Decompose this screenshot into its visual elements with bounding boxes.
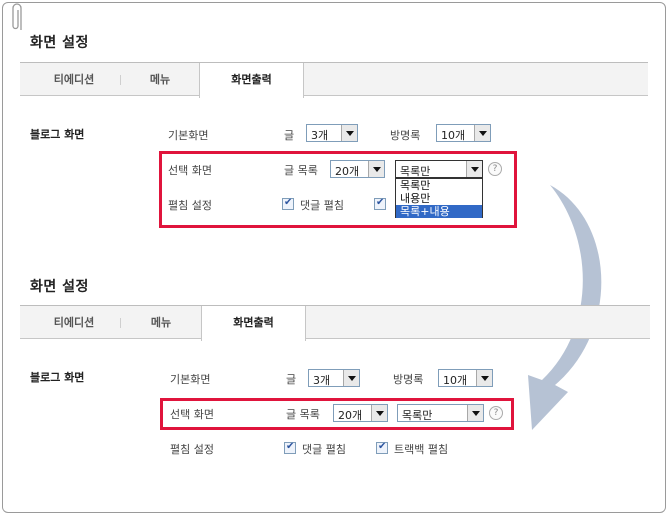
page-title: 화면 설정 bbox=[30, 35, 89, 51]
section-label: 블로그 화면 bbox=[30, 371, 85, 384]
comment-expand-checkbox[interactable] bbox=[284, 441, 296, 454]
chevron-down-icon bbox=[368, 161, 384, 177]
guestbook-count-select[interactable]: 10개 bbox=[438, 369, 493, 387]
comment-expand-label: 댓글 펼침 bbox=[300, 199, 344, 212]
trackback-expand-checkbox[interactable] bbox=[376, 441, 388, 454]
tab-tedition[interactable]: 티에디션 bbox=[28, 306, 120, 339]
post-list-count-select[interactable]: 20개 bbox=[333, 404, 388, 422]
display-mode-value: 목록만 bbox=[400, 165, 431, 178]
select-screen-label: 선택 화면 bbox=[168, 164, 212, 177]
guestbook-label: 방명록 bbox=[393, 373, 424, 386]
tab-tedition[interactable]: 티에디션 bbox=[28, 63, 120, 96]
chevron-down-icon bbox=[341, 125, 357, 141]
help-icon[interactable]: ? bbox=[489, 406, 503, 420]
guestbook-count-select[interactable]: 10개 bbox=[436, 124, 491, 142]
trackback-expand-label: 트랙백 펼침 bbox=[394, 443, 449, 456]
chevron-down-icon bbox=[467, 405, 483, 421]
chevron-down-icon bbox=[476, 370, 492, 386]
post-count-select[interactable]: 3개 bbox=[306, 124, 358, 142]
paperclip-icon bbox=[12, 3, 22, 30]
chevron-down-icon bbox=[343, 370, 359, 386]
post-label: 글 bbox=[286, 373, 297, 386]
guestbook-count-value: 10개 bbox=[443, 374, 468, 387]
tab-bar: 티에디션 메뉴 화면출력 bbox=[20, 305, 650, 341]
post-list-count-value: 20개 bbox=[335, 165, 360, 178]
page-title: 화면 설정 bbox=[30, 279, 89, 295]
post-count-select[interactable]: 3개 bbox=[308, 369, 360, 387]
tab-display-output[interactable]: 화면출력 bbox=[199, 63, 304, 98]
trackback-expand-checkbox[interactable] bbox=[374, 197, 386, 210]
display-mode-value: 목록만 bbox=[402, 409, 433, 422]
display-mode-select[interactable]: 목록만 bbox=[397, 404, 484, 422]
tab-bar: 티에디션 메뉴 화면출력 bbox=[20, 62, 648, 98]
section-label: 블로그 화면 bbox=[30, 128, 85, 141]
comment-expand-checkbox[interactable] bbox=[282, 197, 294, 210]
chevron-down-icon bbox=[474, 125, 490, 141]
post-list-count-value: 20개 bbox=[338, 409, 363, 422]
post-list-label: 글 목록 bbox=[286, 408, 320, 421]
dropdown-option-list-and-content[interactable]: 목록+내용 bbox=[396, 205, 482, 218]
post-label: 글 bbox=[284, 129, 295, 142]
post-list-label: 글 목록 bbox=[284, 164, 318, 177]
comment-expand-label: 댓글 펼침 bbox=[302, 443, 346, 456]
chevron-down-icon bbox=[466, 161, 482, 177]
basic-screen-label: 기본화면 bbox=[168, 129, 209, 142]
tab-menu[interactable]: 메뉴 bbox=[121, 63, 199, 96]
tab-menu[interactable]: 메뉴 bbox=[121, 306, 201, 339]
expand-settings-label: 펼침 설정 bbox=[168, 199, 212, 212]
post-count-value: 3개 bbox=[311, 129, 329, 142]
chevron-down-icon bbox=[371, 405, 387, 421]
display-mode-select[interactable]: 목록만 bbox=[395, 160, 483, 178]
expand-settings-label: 펼침 설정 bbox=[170, 443, 214, 456]
display-mode-dropdown: 목록만 내용만 목록+내용 bbox=[395, 178, 483, 218]
tab-display-output[interactable]: 화면출력 bbox=[201, 306, 306, 341]
help-icon[interactable]: ? bbox=[488, 162, 502, 176]
basic-screen-label: 기본화면 bbox=[170, 373, 211, 386]
dropdown-option-content-only[interactable]: 내용만 bbox=[396, 192, 482, 205]
dropdown-option-list-only[interactable]: 목록만 bbox=[396, 179, 482, 192]
guestbook-count-value: 10개 bbox=[441, 129, 466, 142]
select-screen-label: 선택 화면 bbox=[170, 408, 214, 421]
guestbook-label: 방명록 bbox=[390, 129, 421, 142]
post-count-value: 3개 bbox=[313, 374, 331, 387]
post-list-count-select[interactable]: 20개 bbox=[330, 160, 385, 178]
